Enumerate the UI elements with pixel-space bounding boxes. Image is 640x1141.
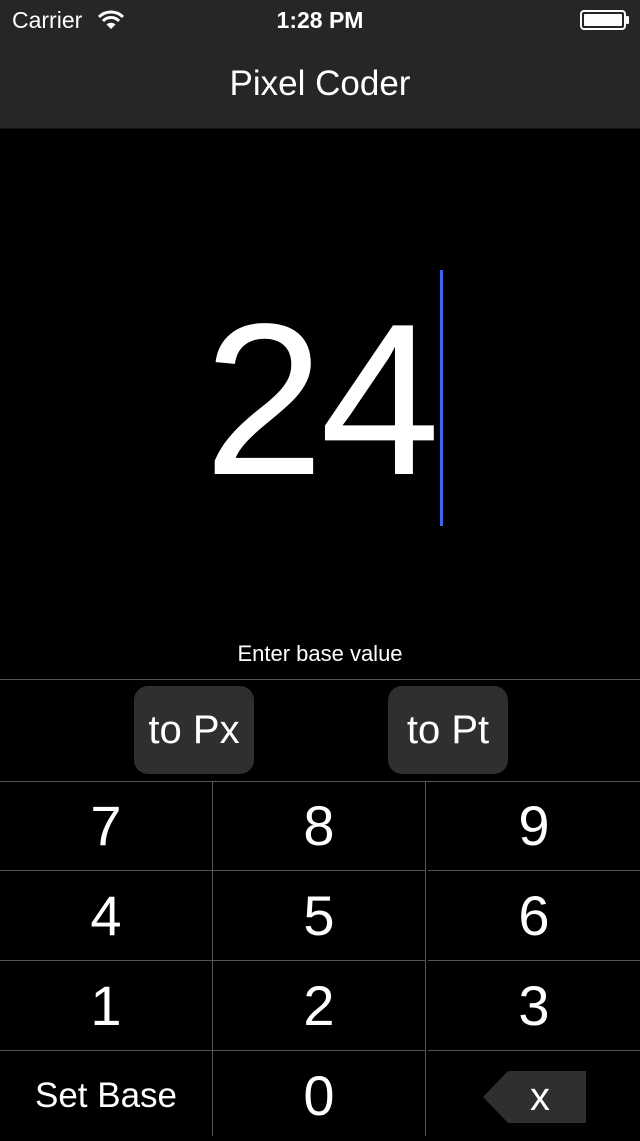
page-title: Pixel Coder: [229, 64, 411, 103]
status-time: 1:28 PM: [276, 7, 364, 33]
key-6[interactable]: 6: [428, 871, 640, 961]
key-4[interactable]: 4: [0, 871, 213, 961]
key-9[interactable]: 9: [428, 781, 640, 871]
value-field[interactable]: 24: [0, 271, 640, 527]
hint-label: Enter base value: [237, 641, 403, 666]
key-2[interactable]: 2: [213, 961, 426, 1051]
backspace-label: x: [530, 1075, 550, 1119]
navigation-bar: Pixel Coder: [0, 40, 640, 129]
key-7[interactable]: 7: [0, 781, 213, 871]
value-display: 24 Enter base value: [0, 129, 640, 679]
keypad: 7 8 9 4 5 6 1 2 3 Set Base 0 x: [0, 781, 640, 1136]
key-3[interactable]: 3: [428, 961, 640, 1051]
backspace-button[interactable]: x: [428, 1051, 640, 1136]
text-cursor: [440, 270, 443, 526]
base-value-text: 24: [203, 278, 440, 520]
key-5[interactable]: 5: [213, 871, 426, 961]
key-0[interactable]: 0: [213, 1051, 426, 1136]
key-8[interactable]: 8: [213, 781, 426, 871]
convert-row: to Px to Pt: [0, 679, 640, 782]
to-pt-button[interactable]: to Pt: [388, 686, 508, 774]
set-base-button[interactable]: Set Base: [0, 1051, 213, 1136]
status-bar: Carrier 1:28 PM: [0, 0, 640, 40]
to-px-button[interactable]: to Px: [134, 686, 254, 774]
key-1[interactable]: 1: [0, 961, 213, 1051]
battery-icon: [580, 10, 629, 30]
